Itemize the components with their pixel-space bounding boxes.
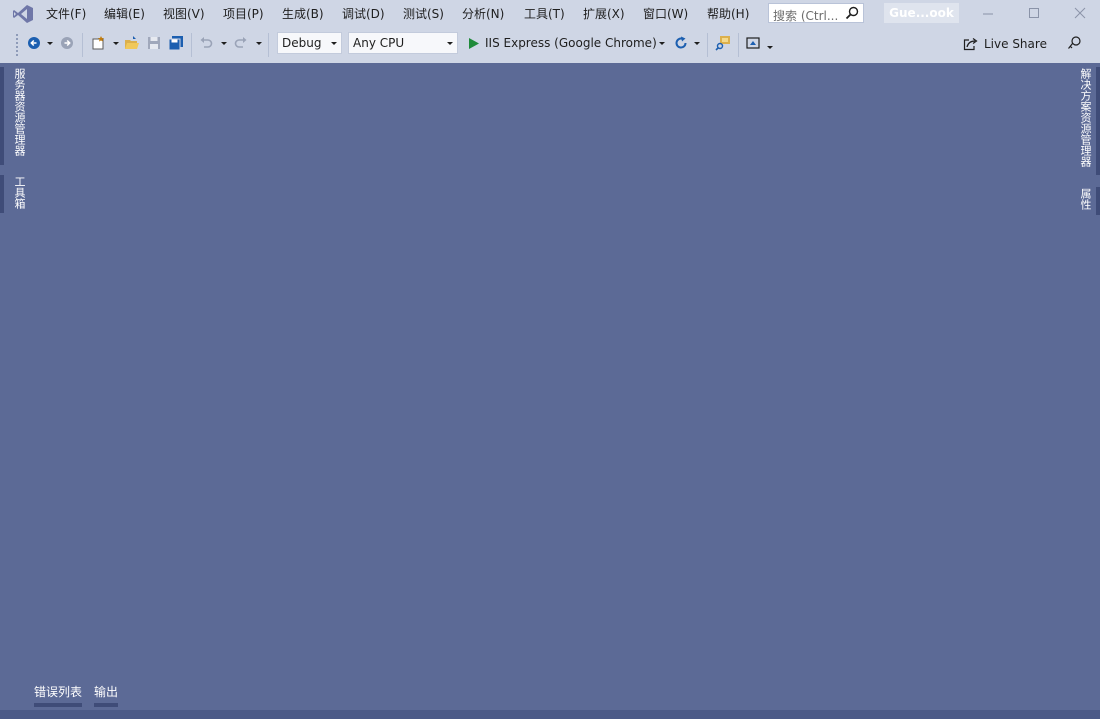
toolbar-separator bbox=[738, 33, 739, 57]
platform-value: Any CPU bbox=[353, 36, 405, 50]
side-tab-toolbox[interactable]: 工具箱 bbox=[11, 176, 27, 209]
new-dropdown-arrow-icon[interactable] bbox=[113, 42, 119, 45]
save-icon[interactable] bbox=[147, 36, 161, 50]
title-bar: 文件(F) 编辑(E) 视图(V) 项目(P) 生成(B) 调试(D) 测试(S… bbox=[0, 0, 1100, 28]
side-tab-indicator bbox=[0, 175, 4, 213]
solution-explorer-icon[interactable] bbox=[746, 36, 760, 50]
chevron-down-icon bbox=[447, 42, 453, 45]
toolbar-separator bbox=[707, 33, 708, 57]
toolbar-grip[interactable] bbox=[15, 33, 19, 57]
start-target-label[interactable]: IIS Express (Google Chrome) bbox=[485, 36, 657, 50]
chevron-down-icon bbox=[331, 42, 337, 45]
menu-tools[interactable]: 工具(T) bbox=[524, 0, 565, 28]
menu-file[interactable]: 文件(F) bbox=[46, 0, 86, 28]
menu-edit[interactable]: 编辑(E) bbox=[104, 0, 145, 28]
standard-toolbar: Debug Any CPU IIS Express (Google Chrome… bbox=[0, 28, 1100, 63]
bottom-tab-output[interactable]: 输出 bbox=[94, 683, 118, 700]
close-icon[interactable] bbox=[1073, 6, 1087, 20]
search-placeholder: 搜索 (Ctrl... bbox=[773, 9, 839, 23]
editor-workspace: 服务器资源管理器 工具箱 解决方案资源管理器 属性 错误列表 输出 bbox=[0, 63, 1100, 710]
search-box[interactable]: 搜索 (Ctrl... bbox=[768, 3, 864, 23]
configuration-value: Debug bbox=[282, 36, 322, 50]
menu-window[interactable]: 窗口(W) bbox=[643, 0, 688, 28]
menu-analyze[interactable]: 分析(N) bbox=[462, 0, 504, 28]
redo-dropdown-arrow-icon[interactable] bbox=[256, 42, 262, 45]
visual-studio-logo-icon bbox=[13, 5, 33, 23]
navigate-forward-icon[interactable] bbox=[60, 36, 74, 50]
save-all-icon[interactable] bbox=[168, 35, 184, 51]
bottom-tab-indicator bbox=[34, 703, 82, 707]
side-tab-indicator bbox=[1096, 187, 1100, 215]
menu-build[interactable]: 生成(B) bbox=[282, 0, 324, 28]
solution-configuration-dropdown[interactable]: Debug bbox=[277, 32, 342, 54]
toolbar-separator bbox=[82, 33, 83, 57]
bottom-tab-indicator bbox=[94, 703, 118, 707]
side-tab-solution-explorer[interactable]: 解决方案资源管理器 bbox=[1077, 68, 1093, 167]
menu-project[interactable]: 项目(P) bbox=[223, 0, 264, 28]
refresh-browser-icon[interactable] bbox=[674, 36, 688, 50]
menu-test[interactable]: 测试(S) bbox=[403, 0, 444, 28]
undo-dropdown-arrow-icon[interactable] bbox=[221, 42, 227, 45]
side-tab-indicator bbox=[0, 67, 4, 165]
toolbar-separator bbox=[268, 33, 269, 57]
side-tab-indicator bbox=[1096, 67, 1100, 175]
feedback-icon[interactable] bbox=[1067, 35, 1083, 51]
menu-extensions[interactable]: 扩展(X) bbox=[583, 0, 625, 28]
side-tab-server-explorer[interactable]: 服务器资源管理器 bbox=[11, 68, 27, 156]
solution-platform-dropdown[interactable]: Any CPU bbox=[348, 32, 458, 54]
maximize-icon[interactable] bbox=[1027, 6, 1041, 20]
menu-help[interactable]: 帮助(H) bbox=[707, 0, 749, 28]
toolbar-separator bbox=[191, 33, 192, 57]
redo-icon[interactable] bbox=[234, 36, 248, 50]
status-bar bbox=[0, 710, 1100, 719]
menu-debug[interactable]: 调试(D) bbox=[342, 0, 385, 28]
side-tab-properties[interactable]: 属性 bbox=[1077, 188, 1093, 210]
undo-icon[interactable] bbox=[199, 36, 213, 50]
browser-link-dropdown-arrow-icon[interactable] bbox=[694, 42, 700, 45]
run-target-dropdown-arrow-icon[interactable] bbox=[659, 42, 665, 45]
find-in-files-icon[interactable] bbox=[715, 35, 731, 51]
account-button[interactable]: Gue...ook bbox=[884, 3, 959, 23]
live-share-icon[interactable] bbox=[963, 37, 978, 51]
search-icon bbox=[845, 6, 859, 20]
menu-view[interactable]: 视图(V) bbox=[163, 0, 205, 28]
start-debugging-icon[interactable] bbox=[468, 37, 480, 50]
open-file-icon[interactable] bbox=[124, 35, 140, 51]
toolbar-options-arrow-icon[interactable] bbox=[767, 46, 773, 49]
back-dropdown-arrow-icon[interactable] bbox=[47, 42, 53, 45]
new-project-icon[interactable] bbox=[91, 35, 107, 51]
bottom-tab-error-list[interactable]: 错误列表 bbox=[34, 683, 82, 700]
minimize-icon[interactable] bbox=[981, 6, 995, 20]
live-share-label[interactable]: Live Share bbox=[984, 37, 1047, 51]
navigate-back-icon[interactable] bbox=[27, 36, 41, 50]
